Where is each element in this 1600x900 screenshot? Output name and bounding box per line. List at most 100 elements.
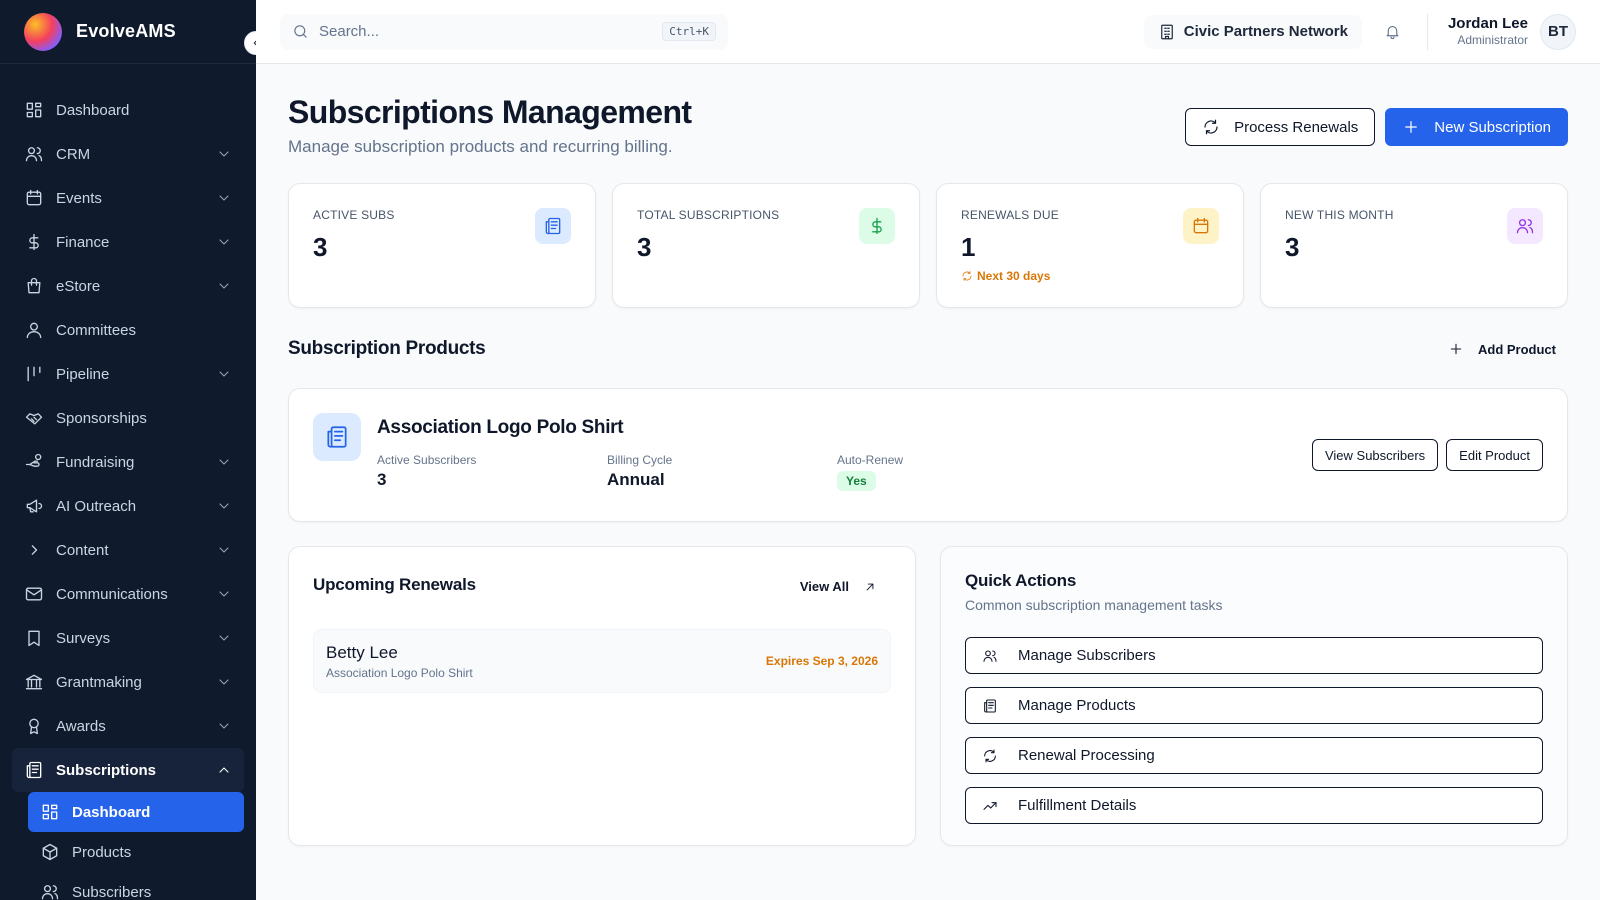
sidebar: EvolveAMS Dashboard CRM Events Finance eStor…	[0, 0, 268, 900]
view-subscribers-button[interactable]: View Subscribers	[1311, 439, 1439, 471]
search-shortcut: Ctrl+K	[662, 22, 716, 41]
quick-actions-panel: Quick Actions Common subscription manage…	[940, 546, 1568, 846]
product-name: Association Logo Polo Shirt	[377, 417, 624, 438]
user-role: Administrator	[1457, 33, 1528, 48]
sidebar-subitem-label: Dashboard	[72, 803, 151, 821]
notifications-button[interactable]	[1384, 23, 1401, 40]
sidebar-item-fundraising[interactable]: Fundraising	[12, 440, 244, 484]
avatar[interactable]: BT	[1540, 13, 1576, 50]
stat-value: 1	[961, 232, 976, 262]
sidebar-subitem-label: Subscribers	[72, 883, 152, 900]
stat-icon-badge	[535, 208, 571, 244]
stat-label: NEW THIS MONTH	[1285, 208, 1394, 222]
chevron-up-icon	[219, 767, 229, 773]
app-name: EvolveAMS	[76, 21, 176, 41]
sidebar-item-crm[interactable]: CRM	[12, 132, 244, 176]
refresh-icon	[984, 748, 996, 763]
edit-product-button[interactable]: Edit Product	[1446, 439, 1543, 471]
pipeline-icon	[27, 366, 41, 382]
sidebar-nav: Dashboard CRM Events Finance eStore Committee…	[12, 88, 244, 900]
active-subscribers-value: 3	[377, 470, 387, 489]
newspaper-icon	[545, 217, 561, 235]
sidebar-item-surveys[interactable]: Surveys	[12, 616, 244, 660]
sidebar-item-ai-outreach[interactable]: AI Outreach	[12, 484, 244, 528]
sidebar-item-label: Committees	[56, 321, 137, 339]
sidebar-item-subscriptions[interactable]: Subscriptions	[12, 748, 244, 792]
quick-action-label: Fulfillment Details	[1018, 797, 1137, 814]
bank-icon	[25, 674, 43, 690]
app-logo	[24, 12, 62, 51]
chevron-down-icon	[219, 635, 229, 641]
sidebar-item-dashboard[interactable]: Dashboard	[12, 88, 244, 132]
sidebar-item-label: Subscriptions	[56, 761, 157, 779]
plus-icon	[1450, 343, 1462, 355]
list-item[interactable]: Betty Lee Association Logo Polo Shirt Ex…	[313, 629, 891, 693]
sidebar-item-label: Fundraising	[56, 453, 135, 471]
org-switcher[interactable]: Civic Partners Network	[1143, 14, 1362, 49]
stat-label: TOTAL SUBSCRIPTIONS	[637, 208, 780, 222]
sidebar-item-label: Awards	[56, 717, 106, 735]
sidebar-item-grantmaking[interactable]: Grantmaking	[12, 660, 244, 704]
search-bar[interactable]: Ctrl+K	[280, 13, 728, 50]
view-all-label: View All	[799, 579, 849, 594]
quick-action-fulfillment-details[interactable]: Fulfillment Details	[965, 787, 1543, 824]
process-renewals-label: Process Renewals	[1234, 118, 1359, 136]
sidebar-item-label: Surveys	[56, 629, 111, 647]
sidebar-item-label: Finance	[56, 233, 110, 251]
chevron-right-icon	[31, 545, 38, 555]
stat-card-new-this-month: NEW THIS MONTH 3	[1260, 183, 1568, 308]
users-icon	[1516, 219, 1534, 234]
quick-action-manage-products[interactable]: Manage Products	[965, 687, 1543, 724]
auto-renew-label: Auto-Renew	[837, 453, 904, 467]
chevron-down-icon	[219, 679, 229, 685]
arrow-up-right-icon	[866, 583, 874, 590]
process-renewals-button[interactable]: Process Renewals	[1185, 108, 1376, 146]
upcoming-renewals-panel: Upcoming Renewals View All Betty Lee Ass…	[288, 546, 916, 846]
user-info[interactable]: Jordan Lee Administrator	[1448, 15, 1528, 49]
sidebar-item-label: Events	[56, 189, 102, 207]
quick-action-manage-subscribers[interactable]: Manage Subscribers	[965, 637, 1543, 674]
sidebar-item-content[interactable]: Content	[12, 528, 244, 572]
sidebar-subitem-subscribers[interactable]: Subscribers	[28, 872, 244, 900]
sidebar-subitem-products[interactable]: Products	[28, 832, 244, 872]
stat-icon-badge	[859, 208, 895, 244]
renewal-member-name: Betty Lee	[326, 642, 398, 662]
sidebar-item-label: Dashboard	[56, 101, 130, 119]
stat-value: 3	[637, 232, 652, 262]
sidebar-item-events[interactable]: Events	[12, 176, 244, 220]
new-subscription-label: New Subscription	[1434, 118, 1551, 136]
sidebar-item-label: Pipeline	[56, 365, 110, 383]
newspaper-icon	[26, 761, 42, 779]
new-subscription-button[interactable]: New Subscription	[1385, 108, 1568, 146]
sidebar-item-estore[interactable]: eStore	[12, 264, 244, 308]
quick-action-renewal-processing[interactable]: Renewal Processing	[965, 737, 1543, 774]
add-product-label: Add Product	[1478, 341, 1556, 357]
top-header: Ctrl+K Civic Partners Network Jordan Lee…	[256, 0, 1600, 64]
sidebar-item-communications[interactable]: Communications	[12, 572, 244, 616]
chevron-down-icon	[219, 151, 229, 157]
sidebar-subitem-dashboard[interactable]: Dashboard	[28, 792, 244, 832]
sidebar-item-awards[interactable]: Awards	[12, 704, 244, 748]
sidebar-item-label: Communications	[56, 585, 168, 603]
box-icon	[42, 843, 58, 861]
page-subtitle: Manage subscription products and recurri…	[288, 137, 673, 156]
stat-label: RENEWALS DUE	[961, 208, 1059, 222]
grid-icon	[26, 102, 42, 118]
sidebar-item-label: CRM	[56, 145, 91, 163]
bookmark-icon	[28, 630, 40, 647]
view-all-link[interactable]: View All	[800, 579, 877, 594]
sidebar-item-pipeline[interactable]: Pipeline	[12, 352, 244, 396]
search-input[interactable]	[319, 23, 663, 40]
stat-label: ACTIVE SUBS	[313, 208, 395, 222]
plus-icon	[1405, 121, 1418, 133]
sidebar-item-committees[interactable]: Committees	[12, 308, 244, 352]
brand[interactable]: EvolveAMS	[0, 0, 256, 64]
search-icon	[294, 25, 307, 38]
sidebar-item-finance[interactable]: Finance	[12, 220, 244, 264]
refresh-icon	[1204, 119, 1218, 135]
sidebar-item-sponsorships[interactable]: Sponsorships	[12, 396, 244, 440]
handshake-icon	[25, 413, 43, 425]
add-product-button[interactable]: Add Product	[1448, 341, 1556, 357]
users-icon	[41, 885, 59, 900]
megaphone-icon	[26, 499, 43, 513]
